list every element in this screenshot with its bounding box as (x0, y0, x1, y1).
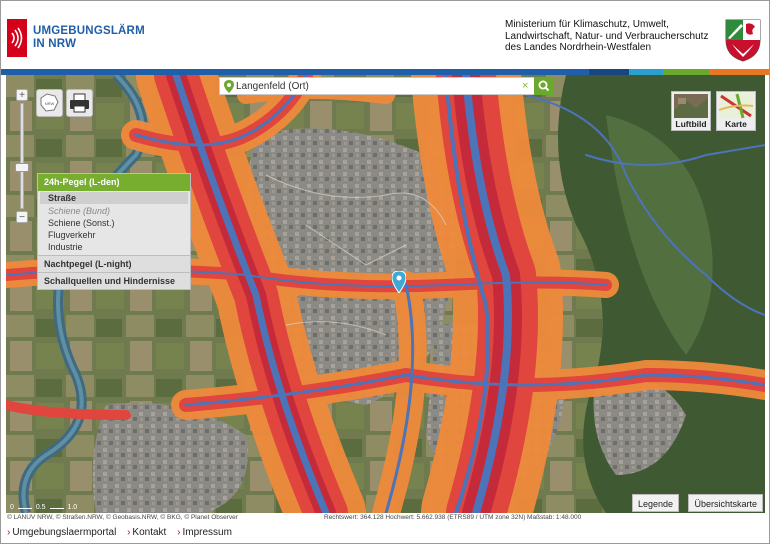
footer-links: › Umgebungslaermportal › Kontakt › Impressu… (7, 527, 240, 538)
ministry-line-2: Landwirtschaft, Natur- und Verbrauchersc… (505, 30, 709, 42)
zoom-in-button[interactable]: + (16, 89, 28, 101)
footer-link-kontakt[interactable]: Kontakt (132, 527, 166, 538)
location-pin-icon (224, 80, 234, 93)
coordinate-readout: Rechtswert: 364.128 Hochwert: 5.662.938 … (324, 514, 582, 521)
overview-map-button[interactable]: Übersichtskarte (688, 494, 763, 512)
nrw-outline-icon: NRW (40, 93, 59, 112)
layer-item-schiene-sonst[interactable]: Schiene (Sonst.) (38, 217, 190, 229)
map-canvas (6, 75, 765, 513)
ministry-line-1: Ministerium für Klimaschutz, Umwelt, (505, 19, 669, 30)
footer-link-portal[interactable]: Umgebungslaermportal (12, 527, 116, 538)
footer-link-impressum[interactable]: Impressum (182, 527, 231, 538)
location-search: × (219, 77, 554, 95)
noise-map[interactable]: + − NRW × (6, 75, 765, 513)
map-credits: © LANUV NRW, © Straßen.NRW, © Geobasis.N… (7, 514, 767, 521)
layer-panel: 24h-Pegel (L-den) Straße Schiene (Bund) … (37, 173, 191, 290)
layer-item-strasse[interactable]: Straße (40, 192, 188, 204)
printer-icon (70, 93, 89, 113)
scale-bar: 0 0.5 1.0 (10, 504, 77, 511)
app-frame: UMGEBUNGSLÄRM IN NRW Ministerium für Kli… (0, 0, 770, 544)
search-icon (538, 80, 550, 92)
map-view-button[interactable]: Karte (716, 91, 756, 131)
scale-label: 0.5 (35, 504, 46, 511)
print-button[interactable] (66, 89, 93, 117)
zoom-control: + − (15, 89, 29, 223)
scale-label: 1.0 (67, 504, 78, 511)
arrow-icon: › (177, 527, 181, 538)
layer-group-header-sources[interactable]: Schallquellen und Hindernisse (38, 272, 190, 289)
location-marker-icon[interactable] (392, 271, 406, 293)
brand-line-2: IN NRW (33, 38, 77, 50)
zoom-out-button[interactable]: − (16, 211, 28, 223)
brand-title[interactable]: UMGEBUNGSLÄRM IN NRW (33, 25, 145, 51)
search-button[interactable] (534, 77, 554, 95)
aerial-view-button[interactable]: Luftbild (671, 91, 711, 131)
road-map-icon (718, 93, 754, 119)
arrow-icon: › (127, 527, 131, 538)
legend-button[interactable]: Legende (631, 494, 679, 512)
svg-text:NRW: NRW (45, 101, 55, 106)
aerial-view-label: Luftbild (675, 119, 707, 129)
zoom-slider-handle[interactable] (15, 163, 29, 172)
scale-label: 0 (10, 504, 14, 511)
copyright-text: © LANUV NRW, © Straßen.NRW, © Geobasis.N… (7, 514, 238, 521)
search-input[interactable] (236, 79, 521, 93)
clear-search-icon[interactable]: × (522, 79, 528, 93)
aerial-photo-icon (674, 94, 708, 118)
page-header: UMGEBUNGSLÄRM IN NRW Ministerium für Kli… (1, 1, 769, 69)
brand-line-1: UMGEBUNGSLÄRM (33, 25, 145, 37)
nrw-map-tool-button[interactable]: NRW (36, 89, 63, 117)
layer-group-header-lden[interactable]: 24h-Pegel (L-den) (38, 174, 190, 191)
layer-item-industrie[interactable]: Industrie (38, 241, 190, 253)
sound-wave-logo-icon (7, 19, 27, 57)
zoom-slider-track[interactable] (20, 103, 24, 209)
ministry-name: Ministerium für Klimaschutz, Umwelt, Lan… (505, 19, 708, 54)
nrw-crest-icon (724, 18, 762, 62)
layer-group-header-lnight[interactable]: Nachtpegel (L-night) (38, 255, 190, 272)
map-view-label: Karte (725, 119, 747, 129)
arrow-icon: › (7, 527, 11, 538)
layer-item-schiene-bund: Schiene (Bund) (48, 206, 111, 216)
layer-item-flugverkehr[interactable]: Flugverkehr (38, 229, 190, 241)
ministry-line-3: des Landes Nordrhein-Westfalen (505, 42, 652, 53)
